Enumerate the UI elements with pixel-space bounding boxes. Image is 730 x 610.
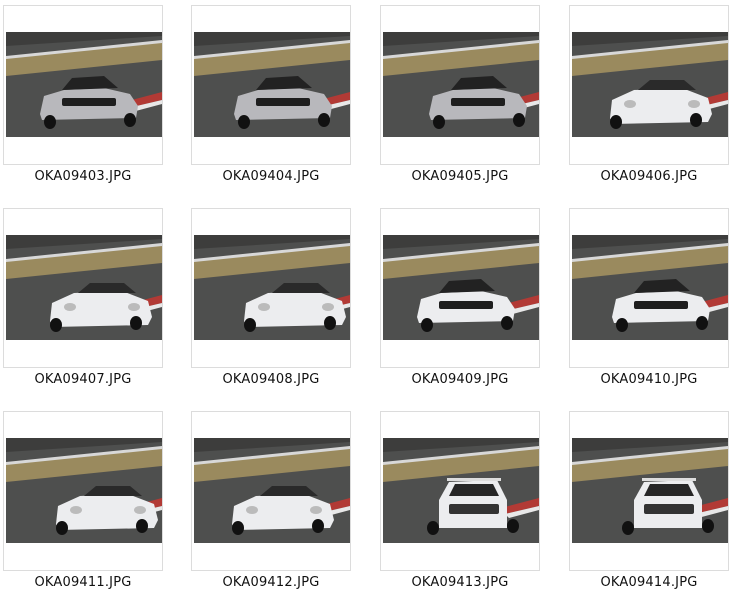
thumbnail-filename[interactable]: OKA09413.JPG [380, 575, 540, 590]
thumbnail-tile[interactable] [380, 208, 540, 368]
thumbnail-filename[interactable]: OKA09405.JPG [380, 169, 540, 184]
thumbnail-image[interactable] [194, 235, 350, 340]
thumbnail-tile[interactable] [3, 208, 163, 368]
thumbnail-image[interactable] [194, 438, 350, 543]
thumbnail-filename[interactable]: OKA09407.JPG [3, 372, 163, 387]
thumbnail-filename[interactable]: OKA09403.JPG [3, 169, 163, 184]
thumbnail-image[interactable] [383, 32, 539, 137]
thumbnail-filename[interactable]: OKA09414.JPG [569, 575, 729, 590]
thumbnail-filename[interactable]: OKA09411.JPG [3, 575, 163, 590]
thumbnail-image[interactable] [6, 32, 162, 137]
thumbnail-image[interactable] [6, 235, 162, 340]
thumbnail-tile[interactable] [191, 5, 351, 165]
thumbnail-tile[interactable] [380, 5, 540, 165]
thumbnail-filename[interactable]: OKA09408.JPG [191, 372, 351, 387]
thumbnail-image[interactable] [6, 438, 162, 543]
thumbnail-filename[interactable]: OKA09404.JPG [191, 169, 351, 184]
thumbnail-image[interactable] [572, 32, 728, 137]
thumbnail-filename[interactable]: OKA09406.JPG [569, 169, 729, 184]
thumbnail-image[interactable] [383, 235, 539, 340]
thumbnail-filename[interactable]: OKA09409.JPG [380, 372, 540, 387]
thumbnail-tile[interactable] [380, 411, 540, 571]
thumbnail-tile[interactable] [191, 411, 351, 571]
thumbnail-image[interactable] [194, 32, 350, 137]
thumbnail-image[interactable] [383, 438, 539, 543]
thumbnail-image[interactable] [572, 438, 728, 543]
thumbnail-image[interactable] [572, 235, 728, 340]
thumbnail-tile[interactable] [569, 411, 729, 571]
thumbnail-tile[interactable] [3, 5, 163, 165]
thumbnail-tile[interactable] [569, 5, 729, 165]
thumbnail-filename[interactable]: OKA09412.JPG [191, 575, 351, 590]
thumbnail-tile[interactable] [3, 411, 163, 571]
thumbnail-filename[interactable]: OKA09410.JPG [569, 372, 729, 387]
thumbnail-tile[interactable] [191, 208, 351, 368]
thumbnail-tile[interactable] [569, 208, 729, 368]
